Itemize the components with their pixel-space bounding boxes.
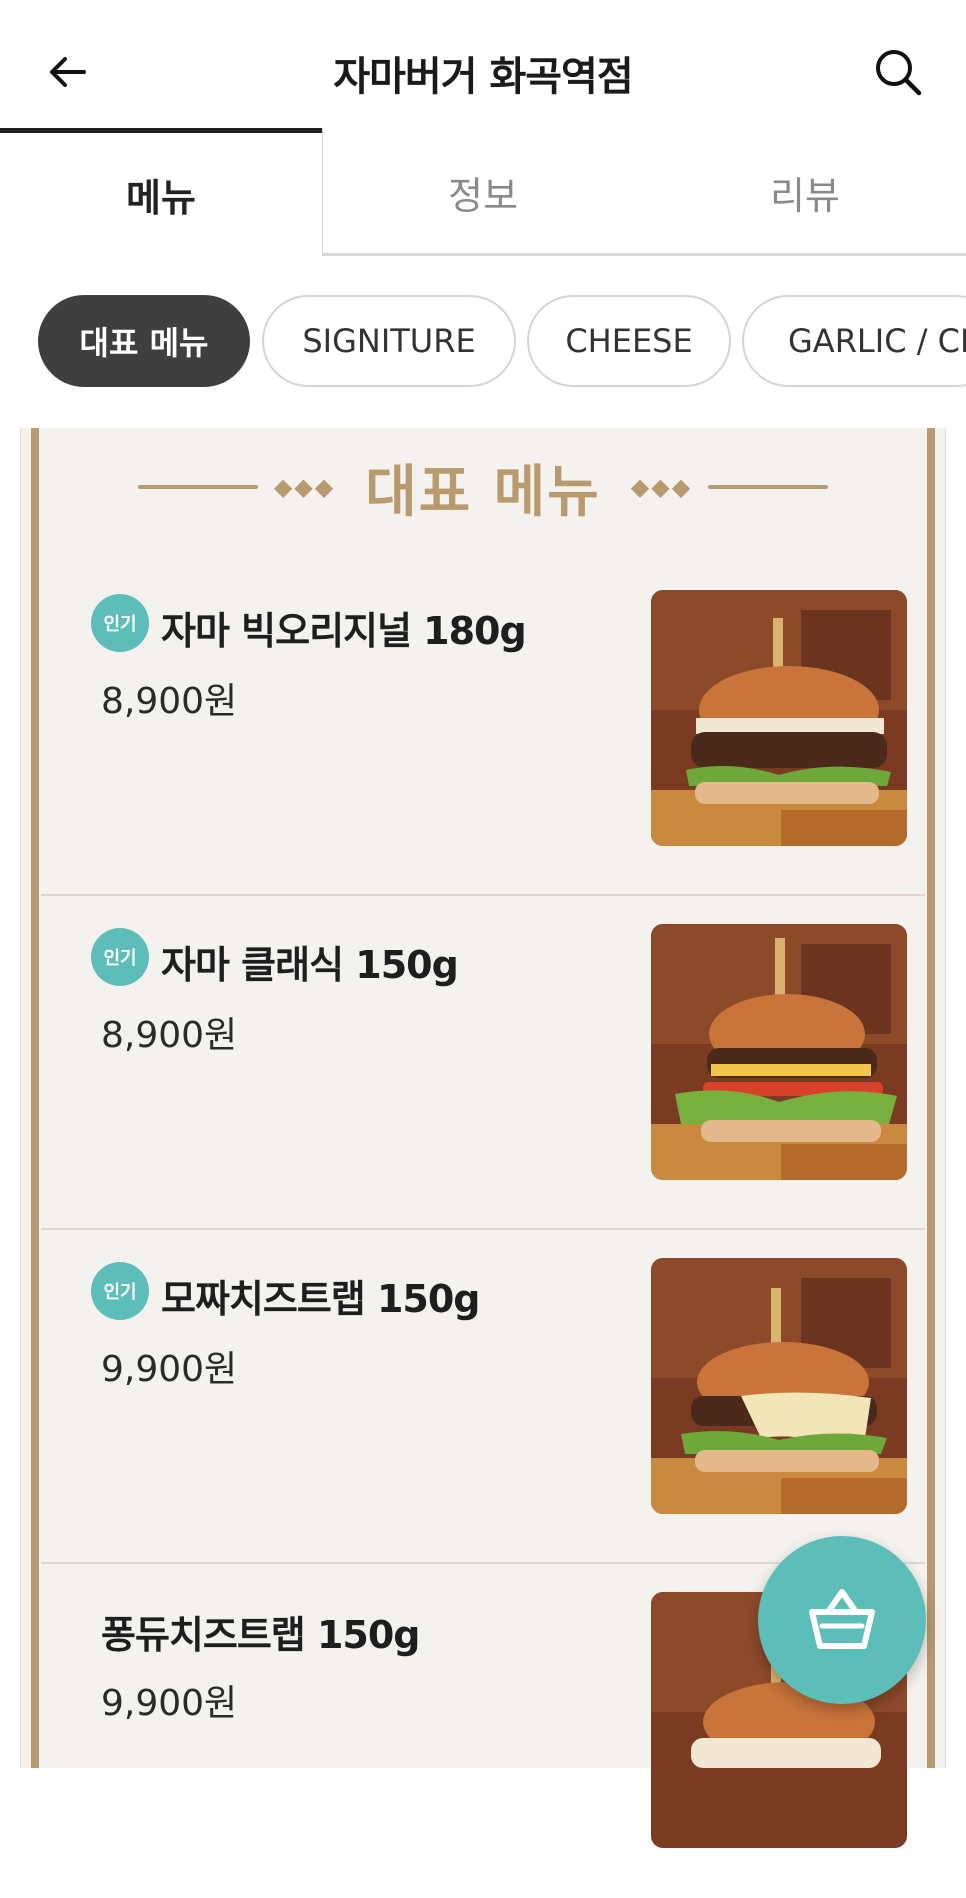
burger-photo: [651, 924, 907, 1180]
ornament-diamonds-right: ◆◆◆: [630, 473, 693, 501]
category-chip-row: 대표 메뉴 SIGNITURE CHEESE GARLIC / CH: [0, 295, 966, 389]
burger-image[interactable]: [651, 1258, 907, 1514]
menu-item[interactable]: 인기 자마 빅오리지널 180g 8,900원: [41, 562, 925, 896]
tab-menu[interactable]: 메뉴: [0, 128, 322, 256]
app-header: 자마버거 화곡역점: [0, 0, 966, 130]
chip-signiture[interactable]: SIGNITURE: [262, 295, 516, 387]
ornament-line-right: [708, 485, 829, 489]
cart-button[interactable]: [758, 1536, 926, 1704]
popular-badge: 인기: [91, 1262, 149, 1320]
menu-item-name: 퐁듀치즈트랩 150g: [101, 1613, 421, 1657]
menu-item[interactable]: 인기 자마 클래식 150g 8,900원: [41, 896, 925, 1230]
menu-item[interactable]: 인기 모짜치즈트랩 150g 9,900원: [41, 1230, 925, 1564]
ornament-line-left: [137, 485, 258, 489]
menu-item-price: 9,900원: [101, 1349, 238, 1390]
card-border-left: [31, 428, 39, 1768]
shopping-basket-icon: [809, 1589, 875, 1649]
section-title: 대표 메뉴: [365, 459, 601, 525]
tab-info[interactable]: 정보: [322, 128, 644, 256]
chip-cheese[interactable]: CHEESE: [527, 295, 731, 387]
card-border-right: [927, 428, 935, 1768]
menu-item-price: 8,900원: [101, 681, 238, 722]
search-button[interactable]: [870, 44, 926, 100]
page-title: 자마버거 화곡역점: [333, 54, 633, 100]
search-icon: [876, 50, 922, 96]
popular-badge: 인기: [91, 928, 149, 986]
menu-item-price: 9,900원: [101, 1683, 238, 1724]
burger-photo: [651, 590, 907, 846]
menu-item-name: 모짜치즈트랩 150g: [161, 1277, 481, 1321]
menu-item-name: 자마 빅오리지널 180g: [161, 609, 527, 653]
tab-reviews[interactable]: 리뷰: [644, 128, 966, 256]
menu-item-name: 자마 클래식 150g: [161, 943, 459, 987]
burger-photo: [651, 1258, 907, 1514]
popular-badge: 인기: [91, 594, 149, 652]
chip-featured-menu[interactable]: 대표 메뉴: [38, 295, 250, 387]
section-header: ◆◆◆ 대표 메뉴 ◆◆◆: [21, 442, 945, 532]
tab-bar: 메뉴 정보 리뷰: [0, 128, 966, 256]
burger-image[interactable]: [651, 924, 907, 1180]
menu-item-price: 8,900원: [101, 1015, 238, 1056]
burger-image[interactable]: [651, 590, 907, 846]
ornament-diamonds-left: ◆◆◆: [273, 473, 336, 501]
chip-garlic[interactable]: GARLIC / CH: [742, 295, 966, 387]
